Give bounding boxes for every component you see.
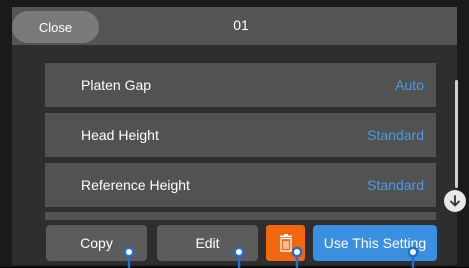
setting-label: Reference Height bbox=[81, 177, 190, 193]
screen: Close 01 Platen Gap Auto Head Height Sta… bbox=[0, 0, 469, 268]
touch-pin-icon bbox=[407, 246, 419, 268]
page-title: 01 bbox=[233, 17, 249, 33]
setting-label: Platen Gap bbox=[81, 77, 152, 93]
setting-row-head-height[interactable]: Head Height Standard bbox=[45, 113, 436, 157]
touch-pin-icon bbox=[123, 246, 135, 268]
touch-pin-icon bbox=[233, 246, 245, 268]
scrollbar[interactable] bbox=[455, 80, 458, 188]
arrow-down-glyph bbox=[450, 195, 460, 207]
close-button[interactable]: Close bbox=[12, 11, 99, 43]
setting-label: Head Height bbox=[81, 127, 159, 143]
touch-pin-icon bbox=[291, 246, 303, 268]
setting-row-reference-height[interactable]: Reference Height Standard bbox=[45, 163, 436, 207]
arrow-down-circle-icon[interactable] bbox=[444, 190, 466, 212]
edit-button-label: Edit bbox=[195, 235, 220, 251]
setting-value: Standard bbox=[367, 127, 424, 143]
close-button-label: Close bbox=[38, 19, 73, 35]
setting-value: Auto bbox=[395, 77, 424, 93]
setting-row-platen-gap[interactable]: Platen Gap Auto bbox=[45, 63, 436, 107]
copy-button-label: Copy bbox=[80, 235, 113, 251]
setting-value: Standard bbox=[367, 177, 424, 193]
setting-row-partial[interactable] bbox=[45, 212, 436, 220]
